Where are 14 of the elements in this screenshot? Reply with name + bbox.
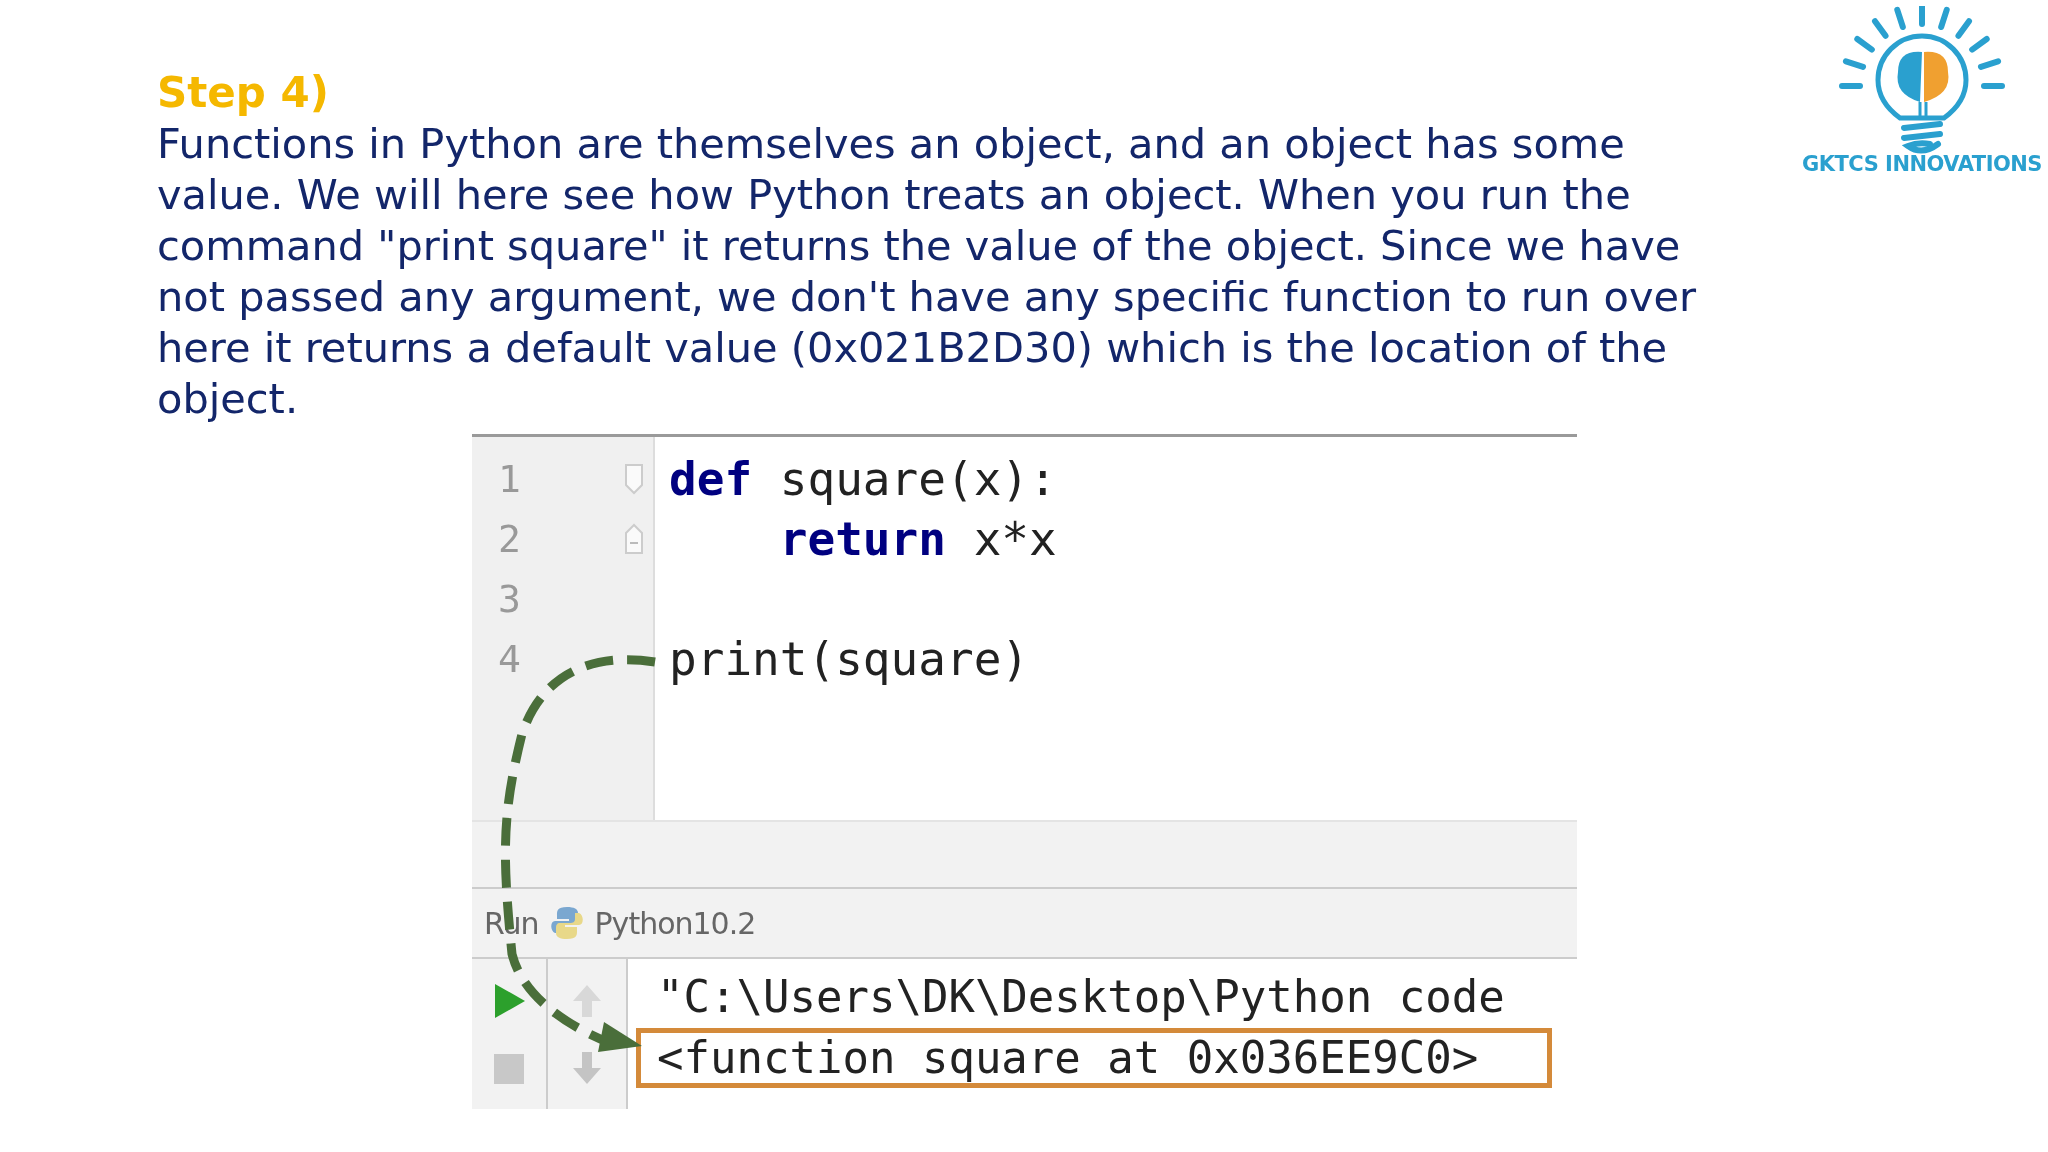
line-number: 1 — [498, 457, 521, 501]
step-title: Step 4) — [157, 68, 330, 118]
logo-text: GKTCS INNOVATIONS — [1802, 152, 2042, 176]
description-paragraph: Functions in Python are themselves an object, and an object has some value. We will here see how Python treats an object. When you run the command "print square" it returns the value of the object. Since we have not passed any argument, we don't have any specific function to run over here it returns a default value (0x021B2D30) which is the location of the object. — [157, 118, 1698, 424]
fold-marker-icon[interactable] — [623, 463, 645, 495]
fold-marker-icon[interactable] — [623, 523, 645, 555]
code-line: print(square) — [669, 632, 1030, 686]
line-number: 3 — [498, 577, 521, 621]
console-output-line: "C:\Users\DK\Desktop\Python code — [656, 970, 1506, 1024]
line-number: 4 — [498, 637, 521, 681]
run-configuration-label[interactable]: Python10.2 — [594, 905, 756, 941]
code-line: return x*x — [778, 512, 1057, 566]
line-number: 2 — [498, 517, 521, 561]
code-line: def square(x): — [669, 452, 1057, 506]
